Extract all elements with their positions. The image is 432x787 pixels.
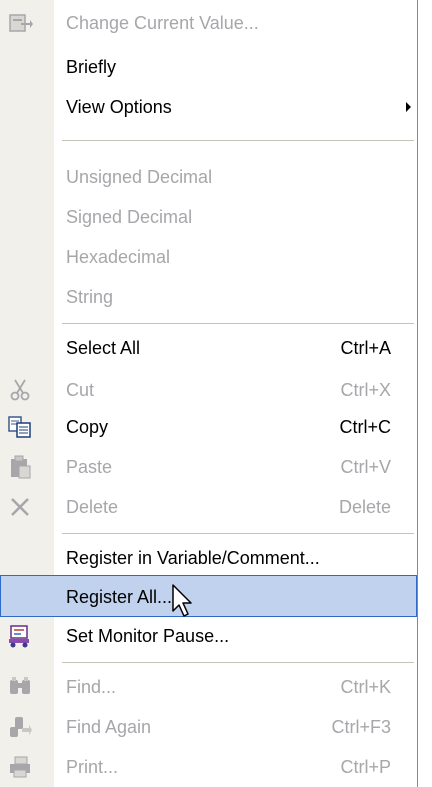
page: Change Current Value... Briefly View Opt… — [0, 0, 432, 787]
delete-x-icon — [6, 493, 34, 521]
menu-item-register-all[interactable]: Register All... — [0, 575, 417, 617]
menu-separator — [62, 533, 414, 534]
menu-item-label: Paste — [66, 457, 113, 477]
menu-item-cut[interactable]: Cut Ctrl+X — [0, 369, 417, 411]
menu-item-select-all[interactable]: Select All Ctrl+A — [0, 327, 417, 369]
menu-item-shortcut: Ctrl+C — [339, 417, 391, 437]
menu-item-unsigned-decimal[interactable]: Unsigned Decimal — [0, 156, 417, 198]
menu-item-label: Delete — [66, 497, 119, 517]
menu-item-label: Cut — [66, 380, 95, 400]
menu-item-label: View Options — [66, 97, 172, 117]
menu-item-view-options[interactable]: View Options — [0, 86, 417, 128]
background-outside-menu — [419, 0, 432, 787]
binoculars-icon — [6, 673, 34, 701]
menu-item-change-current-value[interactable]: Change Current Value... — [0, 2, 417, 44]
menu-item-label: Change Current Value... — [66, 13, 259, 33]
menu-item-shortcut: Ctrl+P — [340, 757, 391, 777]
paste-icon — [6, 453, 34, 481]
context-menu: Change Current Value... Briefly View Opt… — [0, 0, 418, 787]
menu-item-shortcut: Ctrl+K — [340, 677, 391, 697]
menu-item-shortcut: Ctrl+A — [340, 338, 391, 358]
menu-item-copy[interactable]: Copy Ctrl+C — [0, 406, 417, 448]
menu-separator — [62, 140, 414, 141]
menu-item-label: Unsigned Decimal — [66, 167, 213, 187]
scissors-icon — [6, 376, 34, 404]
menu-item-label: Signed Decimal — [66, 207, 193, 227]
monitor-pause-icon — [6, 622, 34, 650]
menu-separator — [62, 662, 414, 663]
menu-separator — [62, 323, 414, 324]
printer-icon — [6, 753, 34, 781]
menu-item-register-in-variable-comment[interactable]: Register in Variable/Comment... — [0, 537, 417, 579]
menu-item-label: String — [66, 287, 114, 307]
find-again-icon — [6, 713, 34, 741]
menu-item-delete[interactable]: Delete Delete — [0, 486, 417, 528]
menu-item-shortcut: Ctrl+X — [340, 380, 391, 400]
menu-item-find-again[interactable]: Find Again Ctrl+F3 — [0, 706, 417, 748]
menu-item-label: Select All — [66, 338, 141, 358]
menu-item-briefly[interactable]: Briefly — [0, 46, 417, 88]
menu-item-string[interactable]: String — [0, 276, 417, 318]
menu-item-label: Register All... — [66, 587, 173, 607]
menu-item-label: Register in Variable/Comment... — [66, 548, 320, 568]
mouse-pointer-icon — [172, 584, 196, 620]
menu-item-signed-decimal[interactable]: Signed Decimal — [0, 196, 417, 238]
menu-item-shortcut: Ctrl+F3 — [331, 717, 391, 737]
menu-item-label: Set Monitor Pause... — [66, 626, 230, 646]
menu-item-shortcut: Delete — [338, 497, 391, 517]
menu-item-label: Hexadecimal — [66, 247, 171, 267]
menu-item-paste[interactable]: Paste Ctrl+V — [0, 446, 417, 488]
menu-item-label: Briefly — [66, 57, 117, 77]
menu-item-hexadecimal[interactable]: Hexadecimal — [0, 236, 417, 278]
copy-icon — [6, 413, 34, 441]
menu-item-print[interactable]: Print... Ctrl+P — [0, 746, 417, 787]
menu-item-shortcut: Ctrl+V — [340, 457, 391, 477]
menu-item-set-monitor-pause[interactable]: Set Monitor Pause... — [0, 615, 417, 657]
menu-item-label: Find... — [66, 677, 117, 697]
change-value-icon — [6, 9, 34, 37]
menu-item-label: Print... — [66, 757, 119, 777]
menu-item-find[interactable]: Find... Ctrl+K — [0, 666, 417, 708]
menu-item-label: Find Again — [66, 717, 152, 737]
menu-item-label: Copy — [66, 417, 109, 437]
submenu-arrow-icon — [406, 102, 411, 112]
